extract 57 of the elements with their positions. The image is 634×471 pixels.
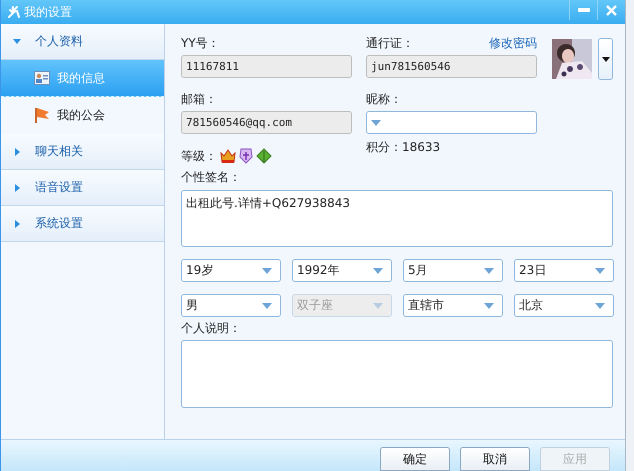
sidebar-group[interactable]: 个人资料 <box>1 24 164 60</box>
sidebar-item[interactable]: 我的公会 <box>1 97 164 134</box>
change-password-link[interactable]: 修改密码 <box>489 35 537 52</box>
expanded-caret-icon <box>13 38 21 46</box>
dropdown[interactable]: 19岁 <box>181 259 281 282</box>
tools-icon <box>7 5 21 19</box>
read-only-field: 11167811 <box>181 55 352 78</box>
caret-icon <box>602 56 610 62</box>
avatar-menu-button[interactable] <box>598 38 613 80</box>
crown-icon <box>220 148 236 164</box>
dropdown-arrow-icon <box>484 302 494 308</box>
group-label: 聊天相关 <box>35 143 83 160</box>
dropdown[interactable]: 23日 <box>514 259 614 282</box>
collapsed-caret-icon <box>13 220 21 228</box>
field-label: 个性签名： <box>181 170 242 184</box>
id-card-icon <box>34 71 50 85</box>
dropdown-arrow-icon <box>484 268 494 274</box>
dropdown[interactable]: 北京 <box>514 294 614 317</box>
dropdown-arrow-icon <box>262 268 272 274</box>
description-field[interactable] <box>181 340 613 408</box>
collapsed-caret-icon <box>13 184 21 192</box>
dialog-button[interactable]: 取消 <box>460 447 530 471</box>
signature-field[interactable]: 出租此号.详情+Q627938843 <box>181 190 613 247</box>
flag-icon <box>34 107 50 123</box>
dropdown-arrow-icon <box>373 302 383 308</box>
leaf-icon <box>256 148 272 164</box>
group-label: 语音设置 <box>35 179 83 196</box>
group-label: 系统设置 <box>35 215 83 232</box>
dropdown-arrow-icon <box>595 268 605 274</box>
field-label: 邮箱： <box>181 92 218 106</box>
read-only-field: 781560546@qq.com <box>181 111 352 134</box>
field-label: 通行证： <box>366 36 414 50</box>
shield-icon <box>239 148 253 164</box>
field-label: 等级： <box>181 148 217 164</box>
sidebar-group[interactable]: 语音设置 <box>1 170 164 206</box>
dropdown[interactable] <box>366 111 537 134</box>
dialog-button[interactable]: 确定 <box>380 447 450 471</box>
dropdown[interactable]: 男 <box>181 294 281 317</box>
minimize-icon <box>578 8 590 12</box>
dropdown[interactable]: 5月 <box>403 259 503 282</box>
collapsed-caret-icon <box>13 148 21 156</box>
dropdown[interactable]: 直辖市 <box>403 294 503 317</box>
field-label: YY号： <box>181 36 221 50</box>
field-label: 昵称： <box>366 92 403 106</box>
dropdown-arrow-icon <box>595 302 605 308</box>
dropdown-arrow-icon <box>262 302 272 308</box>
window-title: 我的设置 <box>24 4 73 20</box>
field-label: 个人说明： <box>181 321 242 335</box>
points-text: 积分：18633 <box>366 139 442 156</box>
sidebar-group[interactable]: 聊天相关 <box>1 134 164 170</box>
dropdown-arrow-icon <box>371 120 381 126</box>
group-label: 个人资料 <box>35 33 83 50</box>
dropdown-arrow-icon <box>373 268 383 274</box>
dropdown[interactable]: 1992年 <box>292 259 392 282</box>
close-icon <box>606 4 617 16</box>
sidebar-group[interactable]: 系统设置 <box>1 206 164 242</box>
read-only-field: jun781560546 <box>366 55 537 78</box>
